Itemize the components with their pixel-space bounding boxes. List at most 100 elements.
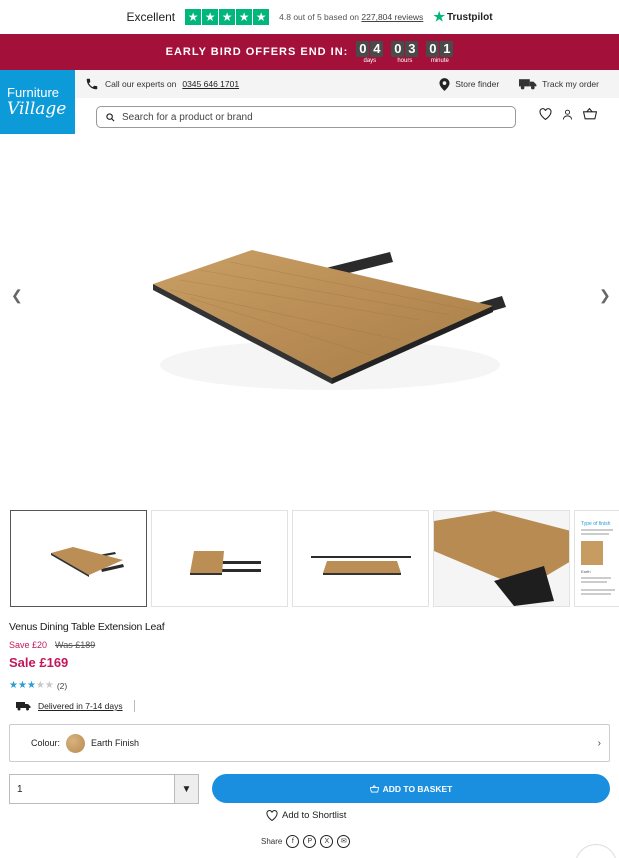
search-input[interactable] (122, 111, 492, 123)
star-icon: ★ (185, 9, 202, 25)
delivery-info: Delivered in 7-14 days (16, 700, 135, 712)
divider (133, 700, 135, 712)
logo-line-1: Furniture (7, 85, 60, 100)
thumbnail-4[interactable] (433, 510, 570, 607)
phone-icon (86, 78, 98, 90)
quantity-select[interactable]: 1 ▼ (9, 774, 199, 804)
star-icon: ★ (35, 680, 45, 691)
logo-line-2: Village (7, 99, 67, 119)
trustpilot-logo: ★ Trustpilot (433, 9, 492, 25)
share-bar: Share f P X ✉ (261, 835, 351, 848)
product-rating[interactable]: ★★★★★ (2) (9, 680, 67, 691)
trustpilot-rating-prefix: 4.8 out of 5 based on (279, 12, 360, 22)
truck-icon (16, 702, 31, 711)
track-order-link[interactable]: Track my order (519, 78, 599, 90)
review-count[interactable]: (2) (57, 681, 67, 691)
chevron-right-icon: › (597, 737, 601, 749)
add-to-basket-button[interactable]: ADD TO BASKET (212, 774, 610, 803)
quantity-value: 1 (17, 783, 23, 795)
product-title: Venus Dining Table Extension Leaf (9, 621, 165, 633)
header-icons (539, 108, 597, 120)
truck-icon (519, 79, 537, 90)
thumbnail-3[interactable] (292, 510, 429, 607)
add-to-basket-label: ADD TO BASKET (382, 783, 453, 794)
countdown-label: hours (397, 57, 413, 64)
thumbnail-2[interactable] (151, 510, 288, 607)
thumbnail-5[interactable]: Type of finish Earth (574, 510, 619, 607)
carousel-prev-icon[interactable]: ❮ (11, 287, 23, 304)
countdown-label: minute (430, 57, 449, 64)
search-bar[interactable] (96, 106, 516, 128)
call-text: Call our experts on (105, 79, 177, 89)
thumbnail-heading: Type of finish (581, 521, 611, 527)
countdown-digit: 0 (391, 40, 405, 57)
product-main-image[interactable] (0, 170, 619, 470)
x-twitter-icon[interactable]: X (320, 835, 334, 848)
trustpilot-excellent: Excellent (126, 10, 176, 24)
colour-swatch (66, 733, 86, 753)
account-icon[interactable] (562, 109, 573, 120)
sale-price: Sale £169 (9, 655, 69, 670)
thumbnail-image (434, 511, 569, 606)
star-icon: ★ (17, 680, 27, 691)
location-pin-icon (439, 77, 450, 91)
trustpilot-rating: 4.8 out of 5 based on 227,804 reviews (279, 12, 423, 22)
pinterest-icon[interactable]: P (303, 835, 317, 848)
promo-text: EARLY BIRD OFFERS END IN: (165, 46, 349, 58)
trustpilot-brand: Trustpilot (446, 11, 493, 23)
colour-selector[interactable]: Colour: Earth Finish › (9, 724, 610, 762)
track-order-label: Track my order (542, 79, 599, 89)
thumbnail-image (311, 556, 411, 575)
colour-value: Earth Finish (91, 738, 140, 748)
search-icon[interactable] (106, 112, 115, 122)
phone-link[interactable]: 0345 646 1701 (182, 79, 239, 89)
star-icon: ★ (44, 680, 54, 691)
carousel-next-icon[interactable]: ❯ (599, 287, 611, 304)
thumbnail-1[interactable] (10, 510, 147, 607)
delivery-link[interactable]: Delivered in 7-14 days (38, 701, 123, 711)
trustpilot-bar[interactable]: Excellent ★ ★ ★ ★ ★ 4.8 out of 5 based o… (0, 0, 619, 34)
basket-icon[interactable] (583, 108, 597, 120)
countdown-digit: 3 (405, 40, 419, 57)
store-finder-link[interactable]: Store finder (439, 77, 499, 91)
countdown-minutes: 0 1 minute (426, 40, 454, 64)
star-icon: ★ (202, 9, 219, 25)
email-icon[interactable]: ✉ (337, 835, 351, 848)
promo-banner[interactable]: EARLY BIRD OFFERS END IN: 0 4 days 0 3 h… (0, 34, 619, 70)
star-icon: ★ (236, 9, 253, 25)
utility-bar: Call our experts on 0345 646 1701 Store … (75, 70, 619, 98)
star-icon: ★ (219, 9, 236, 25)
countdown-digit: 4 (370, 40, 384, 57)
chevron-down-icon[interactable]: ▼ (174, 775, 198, 803)
heart-icon (266, 810, 278, 821)
countdown-digit: 0 (356, 40, 370, 57)
countdown-digit: 0 (426, 40, 440, 57)
save-amount: Save £20 (9, 640, 48, 650)
basket-icon (369, 784, 379, 793)
star-icon: ★ (253, 9, 270, 25)
countdown-digit: 1 (440, 40, 454, 57)
trustpilot-review-link[interactable]: 227,804 reviews (361, 12, 423, 22)
heart-icon[interactable] (539, 108, 552, 120)
countdown-label: days (363, 57, 377, 64)
countdown-days: 0 4 days (356, 40, 384, 64)
share-label: Share (261, 837, 283, 846)
call-experts: Call our experts on 0345 646 1701 (85, 77, 239, 91)
trustpilot-star-icon: ★ (433, 9, 445, 24)
thumbnail-strip: Type of finish Earth (10, 510, 619, 607)
thumbnail-image (51, 547, 124, 577)
add-to-shortlist-button[interactable]: Add to Shortlist (266, 810, 346, 821)
thumbnail-image: Type of finish Earth (581, 521, 615, 595)
colour-label: Colour: (31, 738, 61, 748)
star-icon: ★ (26, 680, 36, 691)
countdown-hours: 0 3 hours (391, 40, 419, 64)
trustpilot-stars: ★ ★ ★ ★ ★ (185, 9, 270, 25)
was-price: Was £189 (55, 640, 96, 650)
countdown: 0 4 days 0 3 hours 0 1 minute (356, 40, 454, 64)
shortlist-label: Add to Shortlist (282, 810, 347, 821)
star-icon: ★ (9, 680, 18, 691)
chat-widget[interactable] (575, 844, 617, 858)
site-logo[interactable]: Furniture Village (0, 70, 75, 134)
rating-stars: ★★★★★ (9, 680, 54, 691)
facebook-icon[interactable]: f (286, 835, 300, 848)
